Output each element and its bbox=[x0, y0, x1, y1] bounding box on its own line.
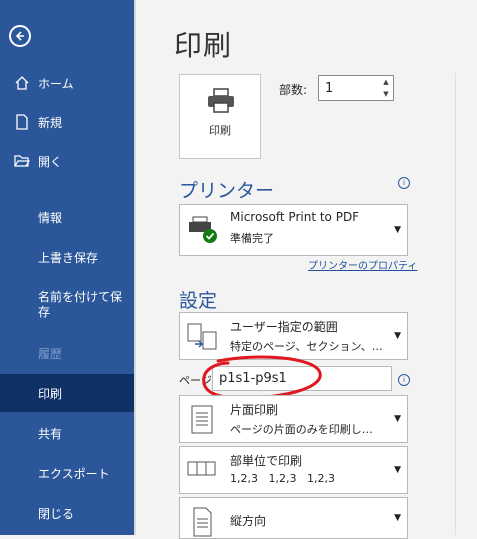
nav-save-as[interactable]: 名前を付けて保存 bbox=[38, 290, 124, 320]
nav-share[interactable]: 共有 bbox=[38, 426, 62, 442]
home-icon bbox=[15, 76, 29, 90]
nav-open-label: 開く bbox=[38, 155, 63, 169]
nav-new-label: 新規 bbox=[38, 116, 63, 130]
nav-print-label: 印刷 bbox=[38, 387, 63, 401]
nav-export[interactable]: エクスポート bbox=[38, 466, 110, 482]
orientation-title: 縦方向 bbox=[230, 514, 267, 528]
info-icon[interactable]: i bbox=[398, 374, 410, 386]
collate-title: 部単位で印刷 bbox=[230, 454, 303, 468]
print-range-select[interactable]: ユーザー指定の範囲 特定のページ、セクション、… ▼ bbox=[179, 312, 408, 360]
chevron-down-icon: ▼ bbox=[394, 225, 401, 235]
sides-title: 片面印刷 bbox=[230, 403, 279, 417]
info-icon[interactable]: i bbox=[398, 177, 410, 189]
pages-value: p1s1-p9s1 bbox=[219, 371, 287, 386]
nav-history: 履歴 bbox=[38, 347, 63, 361]
printer-name: Microsoft Print to PDF bbox=[230, 210, 360, 224]
collate-icon bbox=[187, 461, 216, 476]
nav-close[interactable]: 閉じる bbox=[38, 506, 74, 522]
sides-select[interactable]: 片面印刷 ページの片面のみを印刷し… ▼ bbox=[179, 395, 408, 443]
copies-label: 部数: bbox=[279, 83, 308, 97]
chevron-down-icon: ▼ bbox=[394, 465, 401, 475]
page-title: 印刷 bbox=[174, 29, 233, 62]
printer-ready-icon bbox=[189, 216, 217, 243]
nav-save[interactable]: 上書き保存 bbox=[38, 250, 98, 266]
spin-up-icon[interactable]: ▲ bbox=[379, 76, 393, 88]
pages-label: ページ: bbox=[179, 374, 216, 387]
backstage-sidebar: ホーム 新規 開く 情報 上書き保存 名前を付けて保存 履歴 印刷 共有 エクス… bbox=[0, 0, 134, 535]
spin-down-icon[interactable]: ▼ bbox=[379, 88, 393, 100]
sides-desc: ページの片面のみを印刷し… bbox=[230, 423, 373, 436]
printer-icon bbox=[208, 88, 234, 113]
nav-info[interactable]: 情報 bbox=[38, 210, 62, 226]
print-panel: 印刷 印刷 部数: 1 ▲ ▼ プリンター i Microsoft Print … bbox=[136, 0, 477, 539]
back-button[interactable] bbox=[9, 25, 31, 47]
copies-value: 1 bbox=[325, 81, 334, 96]
chevron-down-icon: ▼ bbox=[394, 331, 401, 341]
printer-properties-link[interactable]: プリンターのプロパティ bbox=[308, 257, 417, 272]
printer-select[interactable]: Microsoft Print to PDF 準備完了 ▼ bbox=[179, 204, 408, 256]
open-folder-icon bbox=[14, 155, 30, 167]
range-title: ユーザー指定の範囲 bbox=[230, 320, 338, 334]
nav-home-label: ホーム bbox=[38, 77, 74, 91]
page-range-icon bbox=[187, 323, 217, 350]
print-button[interactable]: 印刷 bbox=[179, 74, 261, 159]
nav-print[interactable]: 印刷 bbox=[0, 374, 134, 412]
back-arrow-icon bbox=[15, 31, 24, 41]
preview-divider bbox=[455, 73, 456, 535]
printer-heading: プリンター bbox=[179, 180, 275, 202]
printer-status: 準備完了 bbox=[230, 232, 274, 245]
new-file-icon bbox=[16, 114, 28, 130]
settings-heading: 設定 bbox=[179, 290, 218, 312]
chevron-down-icon: ▼ bbox=[394, 513, 401, 523]
copies-stepper[interactable]: 1 ▲ ▼ bbox=[318, 75, 394, 101]
print-button-label: 印刷 bbox=[209, 124, 231, 137]
pages-input[interactable]: p1s1-p9s1 bbox=[212, 366, 392, 391]
collate-desc: 1,2,3 1,2,3 1,2,3 bbox=[230, 472, 335, 485]
one-sided-icon bbox=[191, 405, 213, 434]
range-desc: 特定のページ、セクション、… bbox=[230, 340, 382, 353]
collate-select[interactable]: 部単位で印刷 1,2,3 1,2,3 1,2,3 ▼ bbox=[179, 446, 408, 494]
copies-spin[interactable]: ▲ ▼ bbox=[379, 76, 393, 100]
orientation-select[interactable]: 縦方向 ▼ bbox=[179, 497, 408, 539]
chevron-down-icon: ▼ bbox=[394, 414, 401, 424]
portrait-icon bbox=[193, 507, 212, 537]
